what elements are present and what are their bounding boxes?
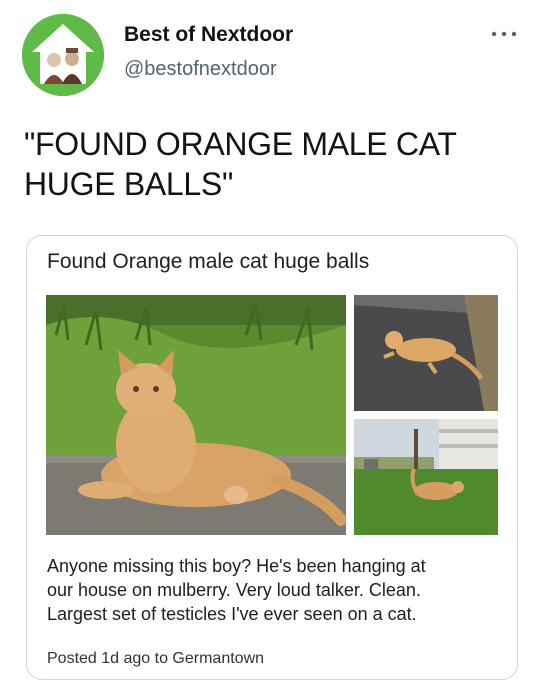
post-body-line: Largest set of testicles I've ever seen … bbox=[47, 604, 417, 624]
post-body-line: our house on mulberry. Very loud talker.… bbox=[47, 580, 421, 600]
cat-photo-image bbox=[354, 295, 498, 411]
house-muppets-avatar-icon bbox=[22, 14, 104, 96]
tweet-text: "FOUND ORANGE MALE CAT HUGE BALLS" bbox=[24, 126, 457, 202]
avatar[interactable] bbox=[22, 14, 104, 96]
post-body-line: Anyone missing this boy? He's been hangi… bbox=[47, 556, 426, 576]
more-options-button[interactable] bbox=[488, 24, 520, 44]
cat-photo-image bbox=[354, 419, 498, 535]
post-body: Anyone missing this boy? He's been hangi… bbox=[47, 554, 507, 626]
embedded-post-card[interactable]: Found Orange male cat huge balls Anyone … bbox=[26, 235, 518, 680]
orange-cat-lying-on-pavement-photo[interactable] bbox=[46, 295, 346, 535]
display-name[interactable]: Best of Nextdoor bbox=[124, 23, 293, 47]
post-title: Found Orange male cat huge balls bbox=[47, 250, 370, 273]
orange-cat-in-grass-yard-photo[interactable] bbox=[354, 419, 498, 535]
cat-photo-image bbox=[46, 295, 346, 535]
account-handle[interactable]: @bestofnextdoor bbox=[124, 58, 277, 81]
orange-cat-on-gravel-photo[interactable] bbox=[354, 295, 498, 411]
more-dots-icon bbox=[491, 31, 517, 37]
post-meta: Posted 1d ago to Germantown bbox=[47, 650, 265, 667]
